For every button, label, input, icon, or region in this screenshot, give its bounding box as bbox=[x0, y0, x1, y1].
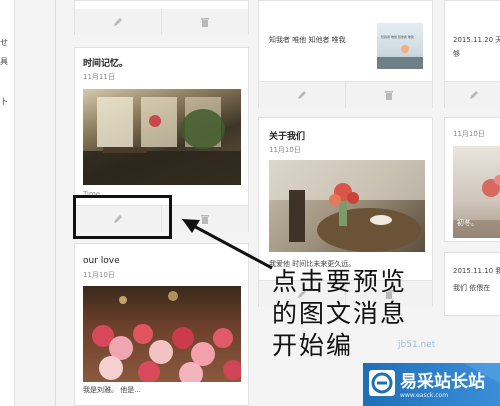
watermark-badge: 易采站长站 www.easck.com bbox=[363, 363, 500, 406]
annotation-line: 点击要预览 bbox=[272, 267, 408, 296]
annotation-line: 的图文消息 bbox=[272, 299, 408, 328]
e-logo-icon bbox=[371, 372, 393, 394]
annotation-text: 点击要预览 的图文消息 开始编 bbox=[272, 266, 472, 362]
watermark-logo-icon bbox=[369, 370, 395, 396]
watermark-name: 易采站长站 bbox=[400, 372, 485, 392]
watermark-url: www.easck.com bbox=[400, 392, 449, 399]
annotation-line: 开始编 bbox=[272, 331, 354, 360]
watermark-faint-text: jb51.net bbox=[398, 340, 436, 350]
